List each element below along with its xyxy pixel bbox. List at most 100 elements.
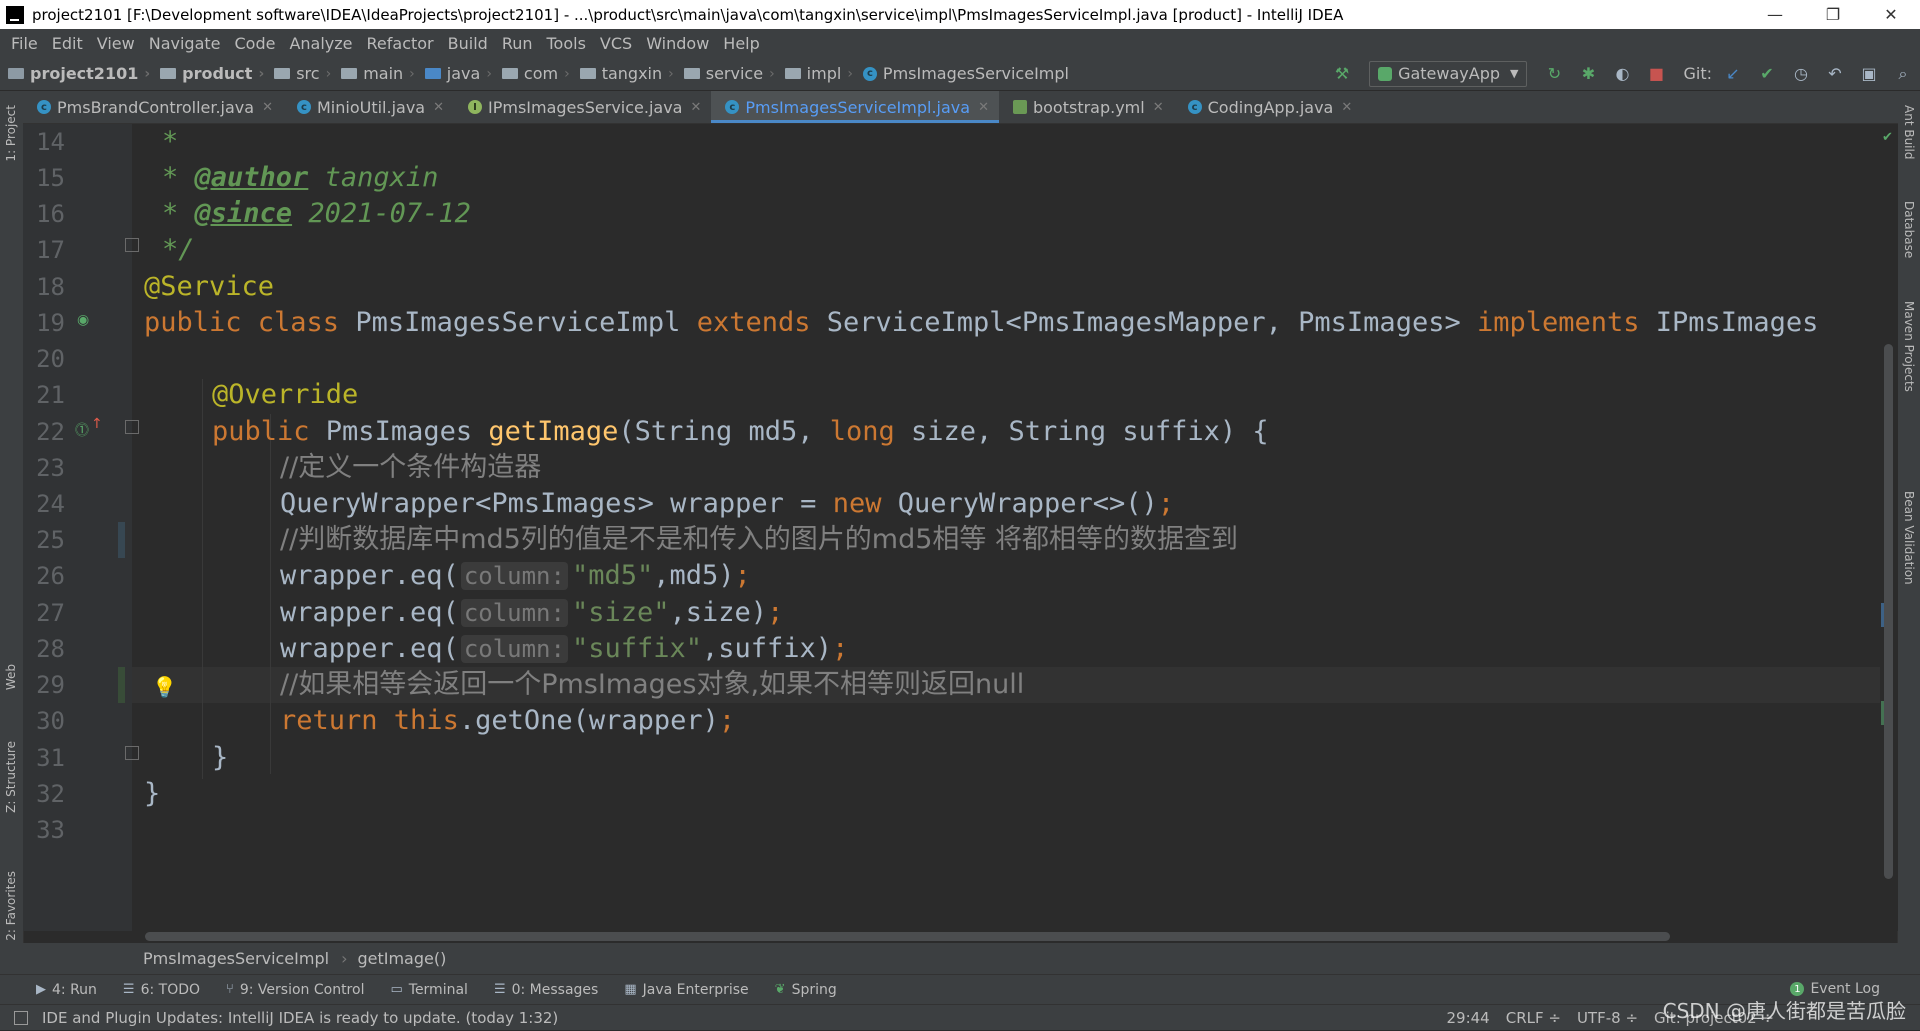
status-message[interactable]: IDE and Plugin Updates: IntelliJ IDEA is… — [42, 1009, 558, 1027]
change-marker[interactable] — [118, 667, 125, 703]
tool-window-messages[interactable]: ☰ 0: Messages — [494, 982, 598, 998]
source-folder-icon — [424, 68, 441, 79]
run-configuration-select[interactable]: GatewayApp ▼ — [1369, 60, 1528, 87]
tool-tab-project[interactable]: 1: Project — [4, 105, 18, 162]
menu-code[interactable]: Code — [228, 34, 283, 53]
tool-tab-bean-validation[interactable]: Bean Validation — [1902, 491, 1916, 585]
menu-window[interactable]: Window — [639, 34, 716, 53]
menu-file[interactable]: File — [4, 34, 45, 53]
vcs-revert-icon[interactable]: ↶ — [1825, 64, 1845, 84]
arrow-up-icon[interactable]: ↑ — [91, 416, 103, 432]
editor-tab[interactable]: bootstrap.yml ✕ — [999, 91, 1174, 123]
crumb-main[interactable]: main › — [333, 64, 417, 83]
crumb-label: service — [705, 64, 764, 83]
close-icon[interactable]: ✕ — [690, 100, 701, 115]
inspection-ok-icon[interactable]: ✔ — [1882, 130, 1893, 145]
menu-build[interactable]: Build — [441, 34, 495, 53]
scrollbar-thumb[interactable] — [1884, 344, 1893, 879]
tool-tab-ant-build[interactable]: Ant Build — [1902, 105, 1916, 159]
crumb-com[interactable]: com › — [494, 64, 572, 83]
vcs-history-icon[interactable]: ◷ — [1791, 64, 1811, 84]
minimize-button[interactable]: — — [1746, 0, 1804, 29]
menu-analyze[interactable]: Analyze — [282, 34, 359, 53]
tool-tab-database[interactable]: Database — [1902, 201, 1916, 258]
tool-tab-favorites[interactable]: 2: Favorites — [4, 871, 18, 941]
status-bar: IDE and Plugin Updates: IntelliJ IDEA is… — [0, 1004, 1920, 1030]
editor-tab[interactable]: c PmsBrandController.java ✕ — [23, 91, 283, 123]
menu-run[interactable]: Run — [495, 34, 540, 53]
close-icon[interactable]: ✕ — [1341, 100, 1352, 115]
crumb-impl[interactable]: impl › — [777, 64, 855, 83]
chevron-right-icon: › — [668, 65, 674, 82]
stop-icon[interactable]: ■ — [1646, 64, 1666, 84]
caret-position[interactable]: 29:44 — [1447, 1009, 1490, 1027]
vcs-update-icon[interactable]: ↙ — [1723, 64, 1743, 84]
close-icon[interactable]: ✕ — [1153, 100, 1164, 115]
breadcrumb-method[interactable]: getImage() — [357, 949, 452, 968]
lightbulb-icon[interactable]: 💡 — [152, 669, 177, 705]
comment: //判断数据库中md5列的值是不是和传入的图片的md5相等 将都相等的数据查到 — [280, 524, 1239, 555]
tool-window-todo[interactable]: ☰ 6: TODO — [123, 982, 200, 998]
tool-window-spring[interactable]: ❦ Spring — [775, 982, 837, 998]
close-icon[interactable]: ✕ — [978, 100, 989, 115]
list-icon: ☰ — [122, 982, 135, 997]
line-number: 16 — [36, 200, 65, 228]
editor-tab[interactable]: I IPmsImagesService.java ✕ — [454, 91, 711, 123]
file-encoding[interactable]: UTF-8 ÷ — [1577, 1009, 1638, 1027]
vcs-commit-icon[interactable]: ✔ — [1757, 64, 1777, 84]
crumb-tangxin[interactable]: tangxin › — [572, 64, 676, 83]
menu-navigate[interactable]: Navigate — [142, 34, 228, 53]
vertical-scrollbar[interactable]: ✔ — [1880, 124, 1898, 931]
tool-tab-structure[interactable]: Z: Structure — [4, 741, 18, 813]
editor-tab[interactable]: c CodingApp.java ✕ — [1174, 91, 1363, 123]
menu-edit[interactable]: Edit — [45, 34, 90, 53]
build-hammer-icon[interactable]: ⚒ — [1332, 64, 1352, 84]
tool-window-version-control[interactable]: ⑂ 9: Version Control — [226, 982, 364, 998]
watermark: CSDN @唐人街都是苦瓜脸 — [1662, 999, 1906, 1023]
close-icon[interactable]: ✕ — [433, 100, 444, 115]
menu-refactor[interactable]: Refactor — [360, 34, 441, 53]
tool-window-java-enterprise[interactable]: ▦ Java Enterprise — [624, 982, 748, 998]
horizontal-scrollbar[interactable] — [145, 932, 1670, 941]
menu-help[interactable]: Help — [716, 34, 766, 53]
spring-bean-icon[interactable]: ◉ — [77, 312, 89, 328]
rerun-icon[interactable]: ↻ — [1544, 64, 1564, 84]
tool-window-terminal[interactable]: ▭ Terminal — [390, 982, 467, 998]
crumb-module[interactable]: product › — [152, 64, 266, 83]
editor-tab[interactable]: c MinioUtil.java ✕ — [283, 91, 454, 123]
change-marker[interactable] — [118, 522, 125, 558]
implements-method-icon[interactable]: ⓵ — [75, 420, 89, 440]
chevron-right-icon: › — [258, 65, 265, 82]
right-tool-strip: Ant Build Database Maven Projects Bean V… — [1897, 91, 1920, 974]
menu-view[interactable]: View — [90, 34, 142, 53]
project-structure-icon[interactable]: ▣ — [1859, 64, 1879, 84]
crumb-java[interactable]: java › — [417, 64, 494, 83]
change-marker[interactable] — [1881, 603, 1884, 627]
breadcrumb-class[interactable]: PmsImagesServiceImpl — [143, 949, 335, 968]
menu-bar: File Edit View Navigate Code Analyze Ref… — [0, 29, 1920, 57]
code-line: //判断数据库中md5列的值是不是和传入的图片的md5相等 将都相等的数据查到 — [280, 522, 1238, 558]
crumb-service[interactable]: service › — [676, 64, 777, 83]
crumb-project[interactable]: project2101 › — [0, 64, 152, 83]
close-button[interactable]: ✕ — [1862, 0, 1920, 29]
crumb-src[interactable]: src › — [266, 64, 333, 83]
code-editor[interactable]: 💡 * * @author tangxin * @since 2021-07-1… — [132, 124, 1880, 931]
close-icon[interactable]: ✕ — [262, 100, 273, 115]
editor-tab-active[interactable]: c PmsImagesServiceImpl.java ✕ — [711, 91, 999, 123]
line-separator[interactable]: CRLF ÷ — [1506, 1009, 1561, 1027]
coverage-icon[interactable]: ◐ — [1612, 64, 1632, 84]
tool-tab-maven[interactable]: Maven Projects — [1902, 301, 1916, 392]
search-icon[interactable]: ⌕ — [1893, 64, 1913, 84]
toggle-tool-windows-icon[interactable] — [14, 1010, 28, 1025]
chevron-right-icon: › — [847, 65, 853, 82]
tool-tab-web[interactable]: Web — [4, 664, 18, 690]
debug-bug-icon[interactable]: ✱ — [1578, 64, 1598, 84]
line-number: 31 — [36, 744, 65, 772]
menu-tools[interactable]: Tools — [540, 34, 593, 53]
string-literal: "size" — [571, 597, 670, 628]
tool-window-run[interactable]: ▶ 4: Run — [36, 982, 97, 998]
menu-vcs[interactable]: VCS — [593, 34, 639, 53]
change-marker[interactable] — [1881, 701, 1884, 725]
crumb-class[interactable]: c PmsImagesServiceImpl — [855, 64, 1071, 83]
restore-button[interactable]: ❐ — [1804, 0, 1862, 29]
